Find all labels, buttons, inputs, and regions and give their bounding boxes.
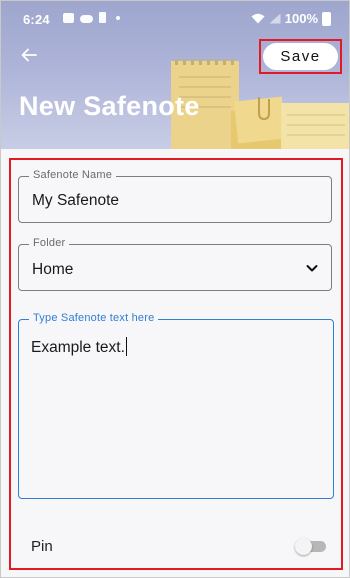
page-title: New Safenote bbox=[19, 91, 200, 121]
wifi-icon bbox=[251, 13, 265, 24]
chevron-down-icon[interactable] bbox=[305, 261, 319, 275]
signal-icon bbox=[269, 13, 281, 24]
safenote-text-field[interactable]: Type Safenote text here Example text. bbox=[18, 312, 334, 499]
notification-icons bbox=[63, 12, 120, 23]
safenote-text-value[interactable]: Example text. bbox=[31, 337, 128, 357]
pin-row: Pin bbox=[31, 535, 327, 559]
header: 6:24 100% New Safenote Save bbox=[1, 1, 349, 149]
battery-icon bbox=[322, 11, 331, 26]
battery-percentage: 100% bbox=[284, 11, 318, 26]
text-cursor bbox=[125, 337, 128, 356]
safenote-name-label: Safenote Name bbox=[29, 169, 117, 181]
more-notifications-icon bbox=[116, 15, 120, 20]
status-time: 6:24 bbox=[23, 12, 50, 27]
app-screen: 6:24 100% New Safenote Save Safenote Nam… bbox=[0, 0, 350, 578]
safenote-text-content: Example text. bbox=[31, 339, 125, 356]
pin-label: Pin bbox=[31, 538, 53, 555]
arrow-left-icon bbox=[21, 48, 37, 62]
cloud-icon bbox=[80, 14, 93, 23]
status-right: 100% bbox=[251, 11, 331, 26]
safenote-name-field[interactable]: Safenote Name My Safenote bbox=[18, 169, 332, 223]
pin-toggle[interactable] bbox=[295, 538, 326, 555]
save-button[interactable]: Save bbox=[263, 43, 338, 70]
sim-icon bbox=[99, 12, 106, 23]
folder-label: Folder bbox=[29, 237, 70, 249]
safenote-name-value[interactable]: My Safenote bbox=[32, 192, 119, 210]
folder-select[interactable]: Folder Home bbox=[18, 237, 332, 291]
pin-toggle-thumb bbox=[295, 538, 312, 555]
safenote-text-label: Type Safenote text here bbox=[29, 312, 159, 324]
folder-value: Home bbox=[32, 261, 74, 278]
back-button[interactable] bbox=[15, 41, 43, 69]
gallery-icon bbox=[63, 12, 74, 23]
status-bar: 6:24 100% bbox=[1, 1, 349, 35]
